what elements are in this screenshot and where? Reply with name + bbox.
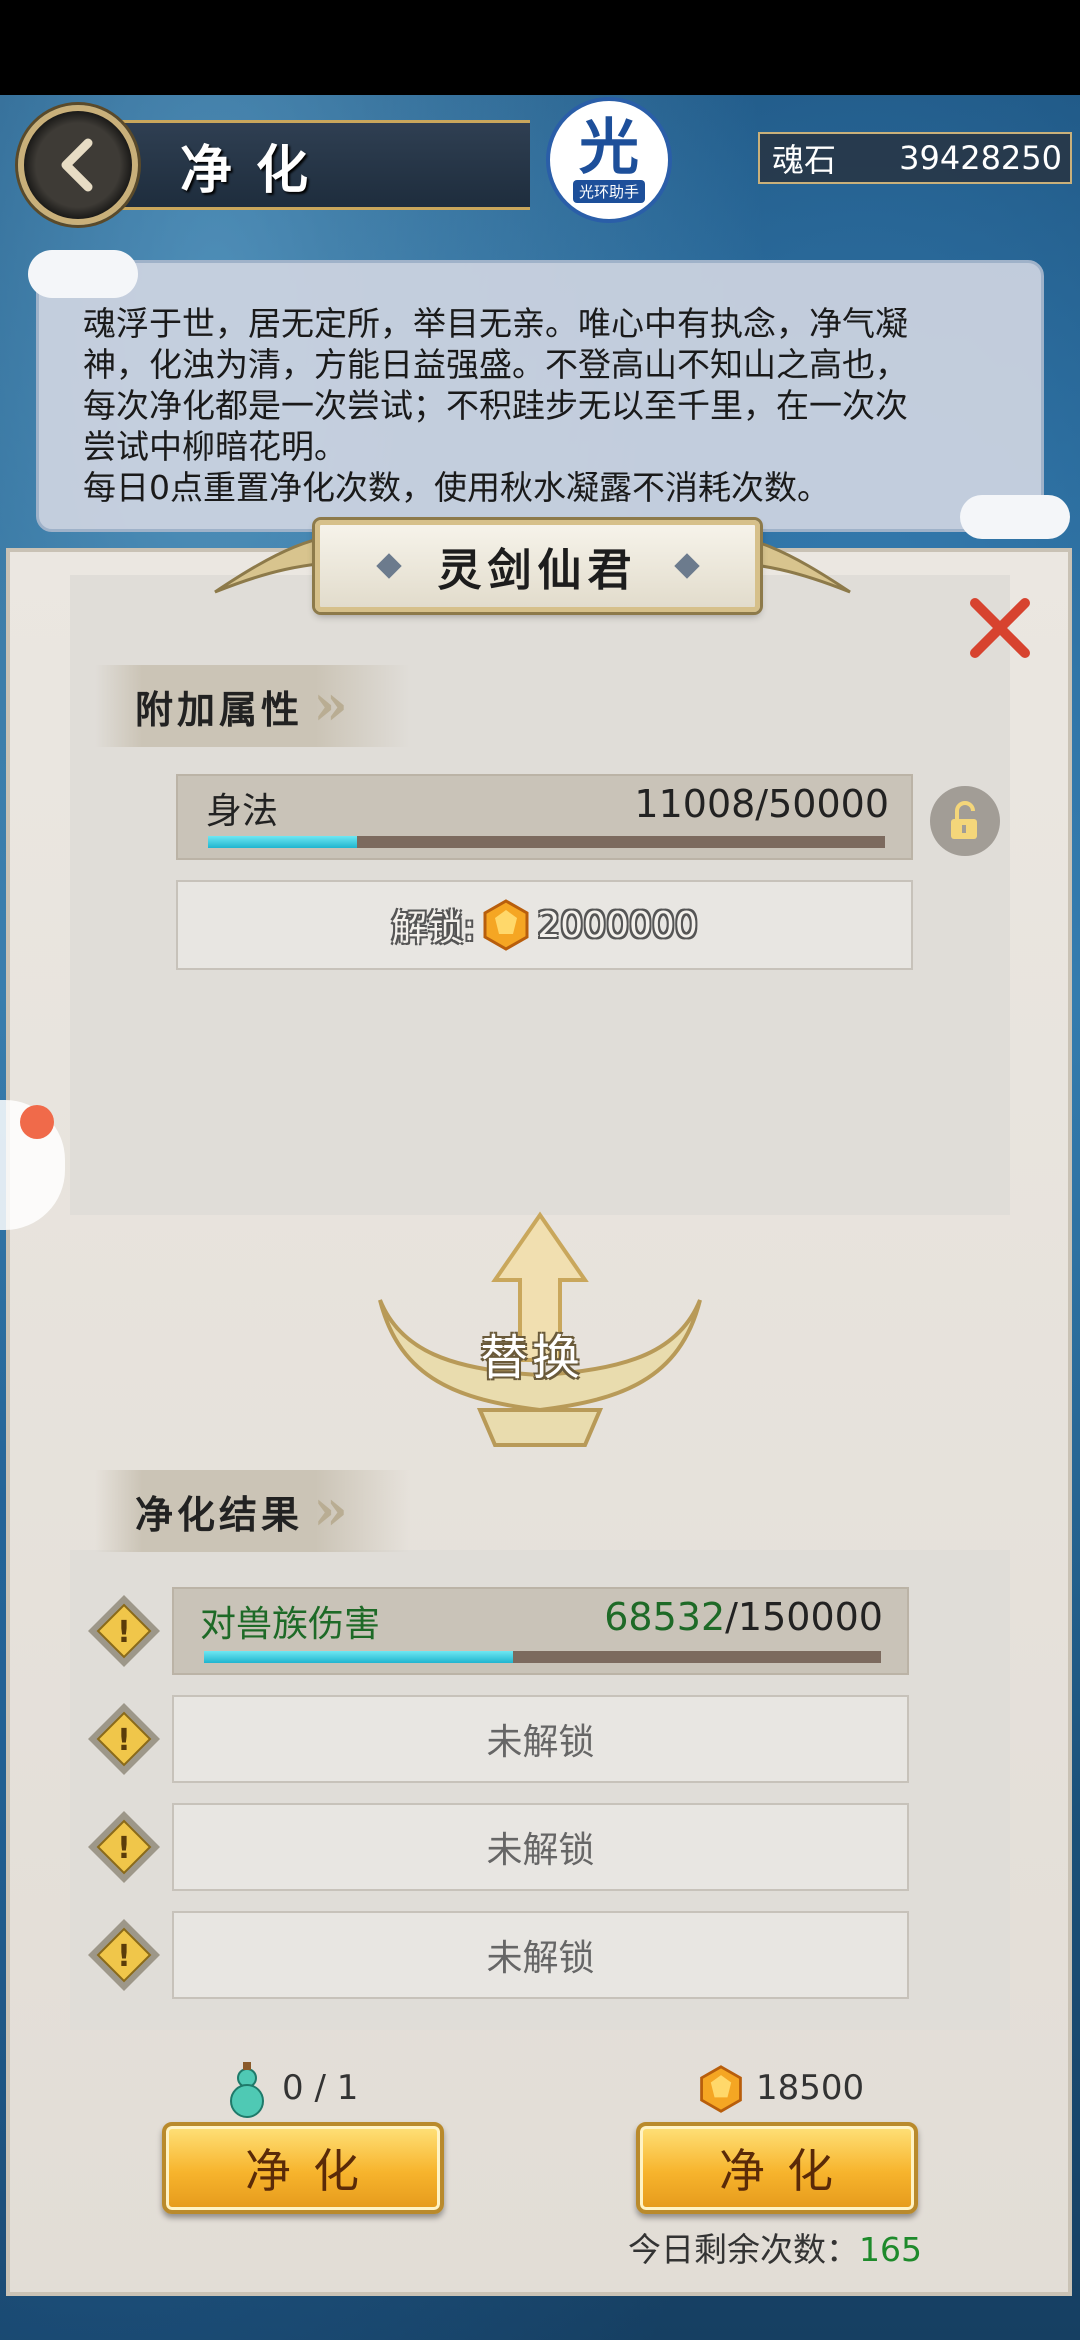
- remaining-value: 165: [859, 2230, 922, 2269]
- lock-toggle[interactable]: [930, 786, 1000, 856]
- warning-icon[interactable]: !: [85, 1916, 163, 1994]
- description-line: 神，化浊为清，方能日益强盛。不登高山不知山之高也，: [83, 345, 908, 384]
- svg-text:!: !: [117, 1723, 131, 1758]
- remaining-count: 今日剩余次数：165: [628, 2223, 922, 2271]
- section-result: 净化结果 »: [95, 1470, 410, 1552]
- character-banner: 灵剑仙君: [315, 520, 760, 612]
- attribute-name: 身法: [206, 791, 279, 832]
- status-bar: [0, 0, 1080, 95]
- purify-label: 净化: [245, 2144, 381, 2198]
- result-progress-bar: [204, 1651, 881, 1663]
- chevron-left-icon: [61, 138, 93, 192]
- unlock-label: 解锁:: [391, 908, 476, 949]
- attribute-progress-bar: [208, 836, 885, 848]
- gourd-item-icon: [230, 2062, 264, 2118]
- diamond-icon: [673, 553, 700, 579]
- result-progress-fill: [204, 1651, 514, 1663]
- locked-label: 未解锁: [486, 1722, 595, 1763]
- currency-name: 魂石: [772, 141, 837, 179]
- locked-label: 未解锁: [486, 1938, 595, 1979]
- close-icon[interactable]: [965, 593, 1035, 663]
- currency-value: 39428250: [899, 139, 1062, 177]
- replace-label: 替换: [480, 1330, 585, 1386]
- section-extra-attr: 附加属性 »: [95, 665, 410, 747]
- diamond-icon: [375, 553, 402, 579]
- double-chevron-icon: »: [313, 672, 348, 738]
- purify-label: 净化: [719, 2144, 855, 2198]
- app-logo: 光 光环助手: [546, 97, 672, 223]
- attribute-progress-fill: [208, 836, 357, 848]
- logo-sub: 光环助手: [572, 179, 645, 203]
- description-box: 魂浮于世，居无定所，举目无亲。唯心中有执念，净气凝 神，化浊为清，方能日益强盛。…: [36, 260, 1044, 532]
- character-name: 灵剑仙君: [437, 545, 638, 596]
- gem-icon: [700, 2065, 742, 2113]
- result-name: 对兽族伤害: [200, 1604, 381, 1645]
- svg-text:!: !: [117, 1615, 131, 1650]
- svg-text:!: !: [117, 1939, 131, 1974]
- description-line: 魂浮于世，居无定所，举目无亲。唯心中有执念，净气凝: [83, 304, 908, 343]
- back-button[interactable]: [18, 105, 138, 225]
- result-value: 68532/150000: [604, 1595, 883, 1639]
- purify-gem-button[interactable]: 净化: [636, 2122, 918, 2214]
- logo-main: 光: [579, 112, 639, 183]
- item-count: 0 / 1: [282, 2068, 359, 2108]
- unlock-icon: [951, 801, 977, 839]
- attribute-row: 身法 11008/50000: [176, 774, 913, 860]
- gem-cost: 18500: [756, 2068, 865, 2108]
- svg-text:!: !: [117, 1831, 131, 1866]
- remaining-label: 今日剩余次数：: [628, 2230, 859, 2269]
- result-row-locked: 未解锁: [172, 1695, 909, 1783]
- double-chevron-icon: »: [313, 1477, 348, 1543]
- unlock-button[interactable]: 解锁: 2000000: [176, 880, 913, 970]
- page-title: 净化: [180, 140, 333, 201]
- cloud-decoration: [28, 250, 138, 298]
- locked-label: 未解锁: [486, 1830, 595, 1871]
- warning-icon[interactable]: !: [85, 1592, 163, 1670]
- warning-icon[interactable]: !: [85, 1808, 163, 1886]
- section-title: 附加属性: [135, 686, 304, 732]
- warning-icon[interactable]: !: [85, 1700, 163, 1778]
- description-line: 尝试中柳暗花明。: [83, 427, 347, 466]
- notification-dot: [20, 1105, 54, 1139]
- purify-item-button[interactable]: 净化: [162, 2122, 444, 2214]
- description-line: 每次净化都是一次尝试；不积跬步无以至千里，在一次次: [83, 386, 908, 425]
- result-row: 对兽族伤害 68532/150000: [172, 1587, 909, 1675]
- attribute-value: 11008/50000: [634, 782, 889, 826]
- gem-icon: [483, 899, 529, 951]
- section-title: 净化结果: [135, 1491, 304, 1537]
- result-row-locked: 未解锁: [172, 1803, 909, 1891]
- result-row-locked: 未解锁: [172, 1911, 909, 1999]
- cloud-decoration: [960, 495, 1070, 539]
- unlock-cost: 2000000: [537, 904, 698, 946]
- currency-display: 魂石 39428250: [758, 132, 1072, 184]
